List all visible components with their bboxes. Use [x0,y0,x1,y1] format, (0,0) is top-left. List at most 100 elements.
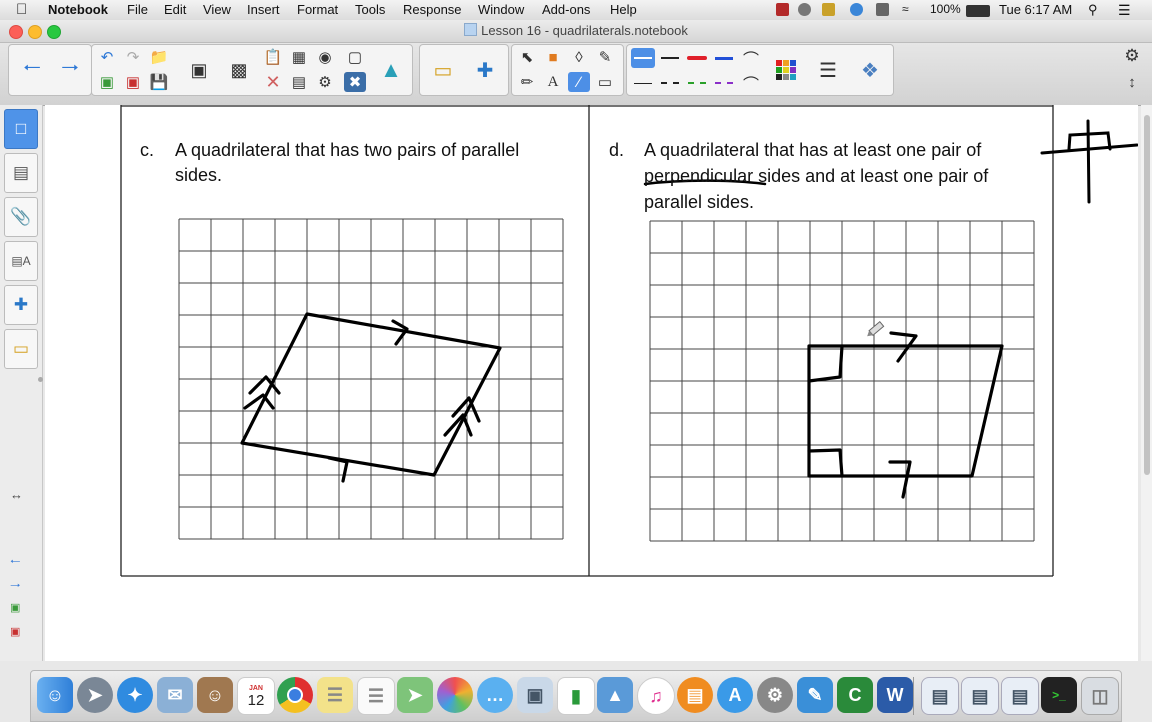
document-icon[interactable]: ▤ [921,677,959,715]
delete-page-icon[interactable]: ▣ [122,72,144,92]
contacts-icon[interactable]: ☺ [197,677,233,713]
wifi-icon[interactable]: ≈ [902,2,909,16]
notebook-status-icon[interactable] [822,3,835,16]
next-page-icon[interactable]: 🠂 [10,577,21,599]
magic-icon[interactable]: ▲ [374,50,408,90]
document-icon-3[interactable]: ▤ [1001,677,1039,715]
save-icon[interactable]: 💾 [148,72,170,92]
eraser-icon[interactable]: ▭ [594,72,616,92]
expand-tabs-icon[interactable]: ↔ [10,487,23,502]
reminders-icon[interactable]: ☰ [357,677,395,715]
screen-shade-icon[interactable]: ▣ [182,50,216,90]
clock[interactable]: Tue 6:17 AM [999,2,1072,17]
delete-page-side-icon[interactable]: ▣ [10,625,20,638]
properties-tab[interactable]: ▤A [4,241,38,281]
status-icon[interactable] [798,3,811,16]
terminal-icon[interactable]: >_ [1041,677,1077,713]
preview-icon[interactable]: ▣ [517,677,553,713]
screen-capture-icon[interactable]: ▩ [222,50,256,90]
line-arrow-icon[interactable] [658,48,682,68]
magic-pen-icon[interactable]: ❖ [853,50,887,90]
menu-tools[interactable]: Tools [355,2,385,17]
menu-response[interactable]: Response [403,2,462,17]
battery-icon[interactable] [966,5,990,17]
camtasia-icon[interactable]: C [837,677,873,713]
paste-icon[interactable]: 📋 [262,47,284,67]
green-pen-icon[interactable] [685,73,709,93]
safari-icon[interactable]: ✦ [117,677,153,713]
settings-icon[interactable]: ⚙ [1121,46,1143,66]
line-icon[interactable]: ∕ [568,72,590,92]
gallery-tab[interactable]: ▤ [4,153,38,193]
word-icon[interactable]: W [877,677,913,713]
maps-icon[interactable]: ➤ [397,677,433,713]
add-page-side-icon[interactable]: ▣ [10,601,20,614]
numbers-icon[interactable]: ▮ [557,677,595,715]
keynote-icon[interactable]: ▲ [597,677,633,713]
thin-line-icon[interactable] [631,73,655,93]
airplay-icon[interactable] [876,3,889,16]
attachments-tab[interactable]: 📎 [4,197,38,237]
tab-resize-dot[interactable] [38,377,43,382]
lesson-activity-tab[interactable]: ▭ [4,329,38,369]
close-box-icon[interactable]: ✖ [344,72,366,92]
open-icon[interactable]: 📁 [148,47,170,67]
arc-small-icon[interactable]: ⌒ [739,73,763,94]
menu-format[interactable]: Format [297,2,338,17]
menu-edit[interactable]: Edit [164,2,186,17]
notification-center-icon[interactable]: ☰ [1118,2,1131,19]
resize-icon[interactable]: ↕ [1121,72,1143,92]
arc-icon[interactable]: ⌒ [739,48,763,69]
fullscreen-icon[interactable]: ▢ [344,47,366,67]
text-icon[interactable]: A [542,72,564,92]
trash-icon[interactable]: ◫ [1081,677,1119,715]
properties-icon[interactable]: ☰ [811,50,845,90]
menu-add-ons[interactable]: Add-ons [542,2,590,17]
scrollbar-thumb[interactable] [1144,115,1150,475]
table-icon[interactable]: ▦ [288,47,310,67]
calendar-icon[interactable]: JAN 12 [237,677,275,715]
menu-insert[interactable]: Insert [247,2,280,17]
menu-help[interactable]: Help [610,2,637,17]
photos-icon[interactable] [437,677,473,713]
mail-icon[interactable]: ✉ [157,677,193,713]
previous-page-icon[interactable]: 🠀 [10,553,21,575]
addons-tab[interactable]: ✚ [4,285,38,325]
redo-icon[interactable]: ↷ [122,47,144,67]
itunes-icon[interactable]: ♫ [637,677,675,715]
blue-pen-icon[interactable] [712,48,736,68]
line-style-solid-icon[interactable] [631,48,655,68]
messages-icon[interactable]: … [477,677,513,713]
menu-app-name[interactable]: Notebook [48,2,108,17]
delete-icon[interactable]: ✕ [262,72,284,92]
creative-pen-icon[interactable]: ✎ [594,47,616,67]
menu-file[interactable]: File [127,2,148,17]
apple-icon[interactable]:  [16,1,27,18]
lesson-activity-icon[interactable]: ▭ [426,50,460,90]
color-palette-icon[interactable] [769,50,803,90]
sync-icon[interactable] [850,3,863,16]
select-icon[interactable]: ⬉ [516,47,538,67]
undo-icon[interactable]: ↶ [96,47,118,67]
fill-icon[interactable]: ◊ [568,47,590,67]
shapes-icon[interactable]: ■ [542,47,564,67]
finder-icon[interactable]: ☺ [37,677,73,713]
launchpad-icon[interactable]: ➤ [77,677,113,713]
app-store-icon[interactable]: A [717,677,753,713]
document-camera-icon[interactable]: ◉ [314,47,336,67]
menu-view[interactable]: View [203,2,231,17]
whiteboard-canvas[interactable]: c. A quadrilateral that has two pairs of… [45,105,1138,661]
pen-icon[interactable]: ✏ [516,72,538,92]
settings-small-icon[interactable]: ⚙ [314,72,336,92]
notes-icon[interactable]: ☰ [317,677,353,713]
document-icon-2[interactable]: ▤ [961,677,999,715]
ibooks-icon[interactable]: ▤ [677,677,713,713]
forward-arrow-icon[interactable]: 🠂 [53,50,87,90]
notebook-icon[interactable]: ✎ [797,677,833,713]
system-preferences-icon[interactable]: ⚙ [757,677,793,713]
vertical-scrollbar[interactable] [1141,105,1152,661]
recording-icon[interactable] [776,3,789,16]
addon-icon[interactable]: ✚ [468,50,502,90]
display-icon[interactable]: ▤ [288,72,310,92]
red-pen-icon[interactable] [685,48,709,68]
